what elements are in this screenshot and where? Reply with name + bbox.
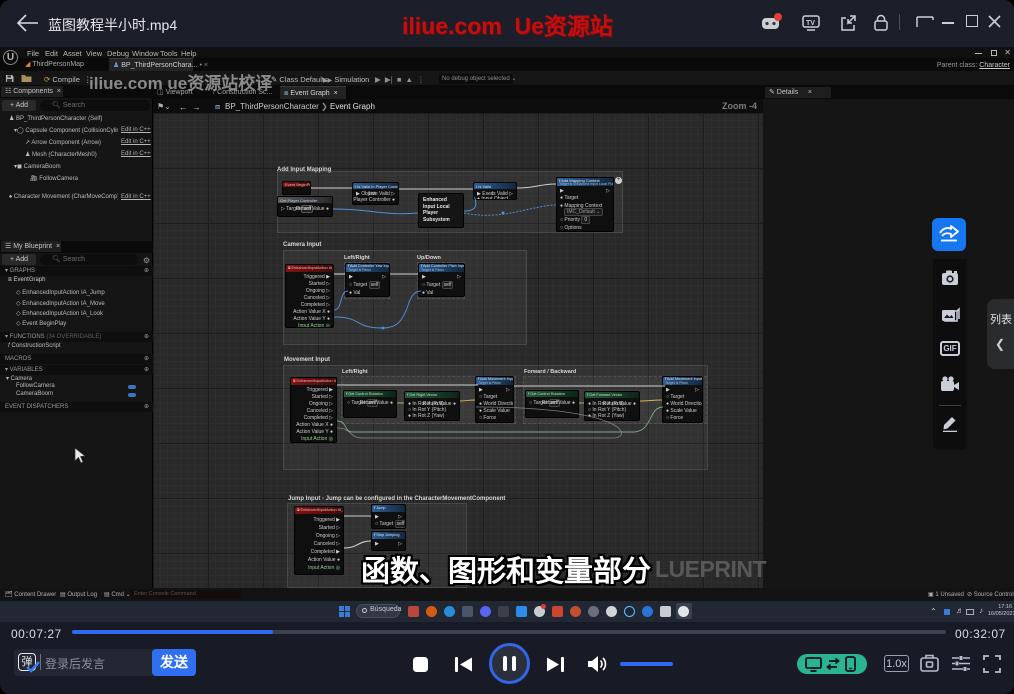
svg-text:TV: TV — [806, 20, 815, 27]
